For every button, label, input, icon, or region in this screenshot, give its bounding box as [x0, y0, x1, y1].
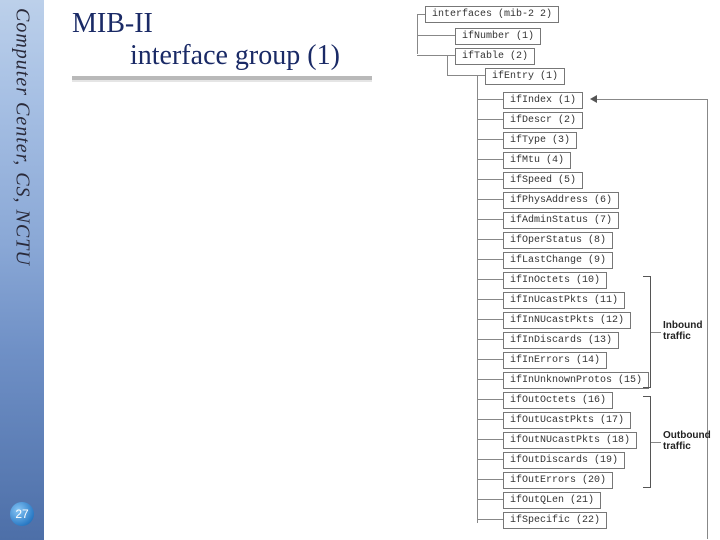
node-ifadminstatus: ifAdminStatus (7)	[503, 212, 619, 229]
wire	[477, 219, 503, 220]
node-ifoutdiscards: ifOutDiscards (19)	[503, 452, 625, 469]
slide: Computer Center, CS, NCTU 27 MIB-II inte…	[0, 0, 720, 540]
node-ifentry: ifEntry (1)	[485, 68, 565, 85]
node-ifinerrors: ifInErrors (14)	[503, 352, 607, 369]
bracket-inbound	[643, 276, 651, 388]
node-iftype: ifType (3)	[503, 132, 577, 149]
wire	[477, 119, 503, 120]
wire-right-rail	[707, 99, 708, 539]
wire	[447, 75, 485, 76]
wire	[477, 319, 503, 320]
wire	[477, 239, 503, 240]
node-ifspeed: ifSpeed (5)	[503, 172, 583, 189]
node-ifindiscards: ifInDiscards (13)	[503, 332, 619, 349]
wire	[477, 259, 503, 260]
node-ifoutoctets: ifOutOctets (16)	[503, 392, 613, 409]
wire	[477, 99, 503, 100]
node-ifinoctets: ifInOctets (10)	[503, 272, 607, 289]
wire	[477, 199, 503, 200]
wire	[417, 14, 418, 54]
page-number: 27	[15, 507, 28, 521]
node-ifmtu: ifMtu (4)	[503, 152, 571, 169]
wire	[477, 379, 503, 380]
wire	[477, 419, 503, 420]
node-ifphysaddress: ifPhysAddress (6)	[503, 192, 619, 209]
wire	[417, 35, 455, 36]
wire	[477, 339, 503, 340]
node-ifouterrors: ifOutErrors (20)	[503, 472, 613, 489]
node-ifinnucastpkts: ifInNUcastPkts (12)	[503, 312, 631, 329]
wire	[477, 479, 503, 480]
slide-title: MIB-II interface group (1)	[72, 8, 340, 72]
wire	[417, 14, 425, 15]
sidebar: Computer Center, CS, NCTU 27	[0, 0, 44, 540]
mib-tree-diagram: interfaces (mib-2 2) ifNumber (1) ifTabl…	[395, 6, 715, 536]
node-iftable: ifTable (2)	[455, 48, 535, 65]
wire	[417, 55, 455, 56]
node-iflastchange: ifLastChange (9)	[503, 252, 613, 269]
arrow-icon	[590, 95, 597, 103]
node-ifindex: ifIndex (1)	[503, 92, 583, 109]
wire	[651, 442, 661, 443]
node-ifdescr: ifDescr (2)	[503, 112, 583, 129]
wire	[477, 179, 503, 180]
sidebar-org-text: Computer Center, CS, NCTU	[11, 8, 34, 266]
wire	[477, 139, 503, 140]
node-ifinucastpkts: ifInUcastPkts (11)	[503, 292, 625, 309]
bracket-outbound	[643, 396, 651, 488]
label-outbound-traffic: Outbound traffic	[663, 430, 718, 452]
node-ifspecific: ifSpecific (22)	[503, 512, 607, 529]
wire	[447, 55, 448, 75]
wire	[651, 332, 661, 333]
title-line-2: interface group (1)	[72, 40, 340, 72]
node-ifoutnucastpkts: ifOutNUcastPkts (18)	[503, 432, 637, 449]
wire-arrow-ifindex	[595, 99, 707, 100]
wire	[477, 519, 503, 520]
title-underline	[72, 76, 372, 80]
page-number-badge: 27	[10, 502, 34, 526]
wire	[477, 399, 503, 400]
node-ifnumber: ifNumber (1)	[455, 28, 541, 45]
node-ifinunknownprotos: ifInUnknownProtos (15)	[503, 372, 649, 389]
label-inbound-traffic: Inbound traffic	[663, 320, 713, 342]
wire	[477, 359, 503, 360]
node-ifoutqlen: ifOutQLen (21)	[503, 492, 601, 509]
wire	[477, 459, 503, 460]
wire	[477, 159, 503, 160]
title-line-1: MIB-II	[72, 8, 153, 39]
wire	[477, 499, 503, 500]
node-interfaces: interfaces (mib-2 2)	[425, 6, 559, 23]
wire	[477, 299, 503, 300]
node-ifoutucastpkts: ifOutUcastPkts (17)	[503, 412, 631, 429]
node-ifoperstatus: ifOperStatus (8)	[503, 232, 613, 249]
wire	[477, 279, 503, 280]
wire	[477, 439, 503, 440]
